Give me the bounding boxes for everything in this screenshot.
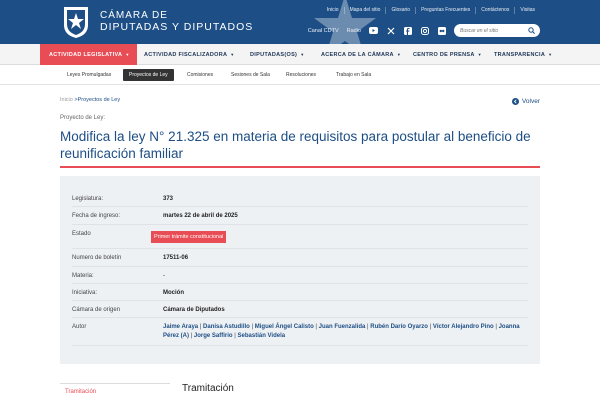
instagram-icon[interactable]: [420, 26, 429, 35]
detail-row-fecha: Fecha de ingreso: martes 22 de abril de …: [72, 207, 528, 225]
nav-label: DIPUTADAS(OS): [250, 52, 298, 58]
detail-label: Iniciativa:: [72, 290, 98, 296]
top-link-mapa[interactable]: Mapa del sitio: [343, 7, 386, 14]
nav-label: ACTIVIDAD FISCALIZADORA: [144, 52, 228, 58]
details-panel: Legislatura: 373 Fecha de ingreso: marte…: [60, 176, 540, 364]
author-link[interactable]: Jorge Saffirio: [194, 333, 233, 339]
author-link[interactable]: Jaime Araya: [163, 324, 198, 330]
chevron-down-icon: ▼: [125, 52, 130, 57]
back-label: Volver: [521, 98, 540, 105]
media-row: Canal CDTV Radio: [308, 24, 540, 37]
detail-label: Fecha de ingreso:: [72, 213, 121, 219]
youtube-icon[interactable]: [369, 26, 378, 35]
flickr-icon[interactable]: [437, 26, 446, 35]
nav-label: TRANSPARENCIA: [494, 52, 546, 58]
sub-nav: Leyes Promulgadas Proyectos de Ley Comis…: [0, 65, 600, 85]
page-title: Modifica la ley N° 21.325 en materia de …: [60, 129, 531, 161]
top-link-contacto[interactable]: Contáctenos: [475, 7, 514, 14]
status-badge: Primer trámite constitucional: [151, 231, 227, 243]
subnav-leyes-promulgadas[interactable]: Leyes Promulgadas: [61, 69, 117, 81]
detail-row-materia: Materia: -: [72, 267, 528, 284]
detail-row-boletin: Numero de boletín 17511-06: [72, 249, 528, 267]
chevron-down-icon: ▼: [477, 52, 482, 57]
author-list: Jaime Araya | Danisa Astudillo | Miguel …: [163, 323, 528, 341]
top-link-visitas[interactable]: Visitas: [514, 7, 540, 14]
site-header: CÁMARA DE DIPUTADAS Y DIPUTADOS Inicio M…: [0, 0, 600, 44]
nav-label: ACERCA DE LA CÁMARA: [321, 52, 394, 58]
subnav-trabajo-sala[interactable]: Trabajo en Sala: [330, 69, 377, 81]
detail-value: -: [163, 273, 165, 279]
nav-transparencia[interactable]: TRANSPARENCIA ▼: [494, 44, 552, 65]
x-icon[interactable]: [386, 26, 395, 35]
detail-row-legislatura: Legislatura: 373: [72, 190, 528, 207]
brand-line-2: DIPUTADAS Y DIPUTADOS: [100, 21, 254, 33]
brand-line-1: CÁMARA DE: [100, 10, 168, 21]
search-input[interactable]: [460, 27, 530, 34]
chamber-logo-icon[interactable]: [60, 5, 92, 39]
detail-label: Numero de boletín: [72, 255, 122, 261]
detail-value: 17511-06: [163, 255, 189, 261]
detail-label: Estado: [72, 231, 91, 237]
top-links: Inicio Mapa del sitio Glosario Preguntas…: [322, 7, 540, 14]
brand-title[interactable]: CÁMARA DE DIPUTADAS Y DIPUTADOS: [100, 10, 253, 34]
detail-value: Moción: [163, 290, 184, 296]
author-link[interactable]: Danisa Astudillo: [203, 324, 250, 330]
nav-label: CENTRO DE PRENSA: [413, 52, 475, 58]
detail-value: Cámara de Diputados: [163, 307, 225, 313]
detail-row-estado: Estado: [72, 225, 528, 249]
facebook-icon[interactable]: [403, 26, 412, 35]
detail-row-camara: Cámara de origen Cámara de Diputados: [72, 301, 528, 318]
author-link[interactable]: Juan Fuenzalida: [319, 324, 366, 330]
subnav-sesiones-sala[interactable]: Sesiones de Sala: [225, 69, 276, 81]
search-icon[interactable]: [528, 27, 535, 34]
detail-label: Cámara de origen: [72, 307, 121, 313]
chevron-down-icon: ▼: [300, 52, 305, 57]
detail-row-iniciativa: Iniciativa: Moción: [72, 284, 528, 301]
nav-label: ACTIVIDAD LEGISLATIVA: [49, 52, 123, 58]
section-title-tramitacion: Tramitación: [182, 383, 234, 394]
author-link[interactable]: Miguel Ángel Calisto: [255, 324, 314, 330]
back-button[interactable]: Volver: [511, 98, 540, 105]
detail-label: Legislatura:: [72, 196, 104, 202]
radio-link[interactable]: Radio: [347, 28, 361, 34]
breadcrumb: Inicio >Proyectos de Ley: [60, 97, 120, 103]
nav-acerca-camara[interactable]: ACERCA DE LA CÁMARA ▼: [321, 44, 401, 65]
detail-row-autor: Autor Jaime Araya | Danisa Astudillo | M…: [72, 318, 528, 346]
detail-label: Materia:: [72, 273, 94, 279]
author-link[interactable]: Víctor Alejandro Pino: [433, 324, 494, 330]
chevron-down-icon: ▼: [396, 52, 402, 57]
main-nav: ACTIVIDAD LEGISLATIVA ▼ ACTIVIDAD FISCALI…: [0, 44, 600, 65]
detail-value: 373: [163, 196, 174, 202]
title-divider: [60, 166, 540, 168]
search-box: [454, 24, 540, 37]
nav-centro-prensa[interactable]: CENTRO DE PRENSA ▼: [413, 44, 482, 65]
nav-actividad-fiscalizadora[interactable]: ACTIVIDAD FISCALIZADORA ▼: [144, 44, 235, 65]
subnav-proyectos-de-ley[interactable]: Proyectos de Ley: [123, 69, 174, 81]
sidebar-item-tramitacion[interactable]: Tramitación: [60, 383, 170, 395]
detail-value: martes 22 de abril de 2025: [163, 213, 238, 219]
top-link-glosario[interactable]: Glosario: [385, 7, 415, 14]
subnav-resoluciones[interactable]: Resoluciones: [280, 69, 322, 81]
canal-cdtv-link[interactable]: Canal CDTV: [308, 28, 339, 34]
chevron-down-icon: ▼: [230, 52, 235, 57]
top-link-inicio[interactable]: Inicio: [322, 7, 344, 14]
breadcrumb-current[interactable]: Proyectos de Ley: [78, 97, 121, 103]
nav-actividad-legislativa[interactable]: ACTIVIDAD LEGISLATIVA ▼: [40, 44, 137, 65]
back-arrow-icon: [511, 98, 519, 105]
author-link[interactable]: Rubén Darío Oyarzo: [370, 324, 428, 330]
kind-label: Proyecto de Ley:: [60, 115, 106, 121]
subnav-comisiones[interactable]: Comisiones: [181, 69, 219, 81]
nav-diputados[interactable]: DIPUTADAS(OS) ▼: [250, 44, 304, 65]
breadcrumb-home[interactable]: Inicio: [60, 97, 73, 103]
chevron-down-icon: ▼: [548, 52, 553, 57]
top-link-faq[interactable]: Preguntas Frecuentes: [415, 7, 475, 14]
author-link[interactable]: Sebastián Videla: [238, 333, 286, 339]
detail-label: Autor: [72, 324, 87, 330]
